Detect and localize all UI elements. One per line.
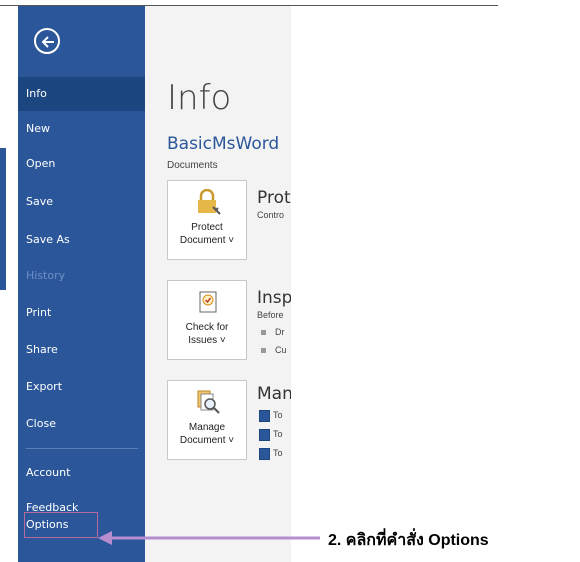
callout-text: 2. คลิกที่คำสั่ง Options bbox=[328, 532, 489, 549]
callout-arrow bbox=[98, 531, 320, 545]
